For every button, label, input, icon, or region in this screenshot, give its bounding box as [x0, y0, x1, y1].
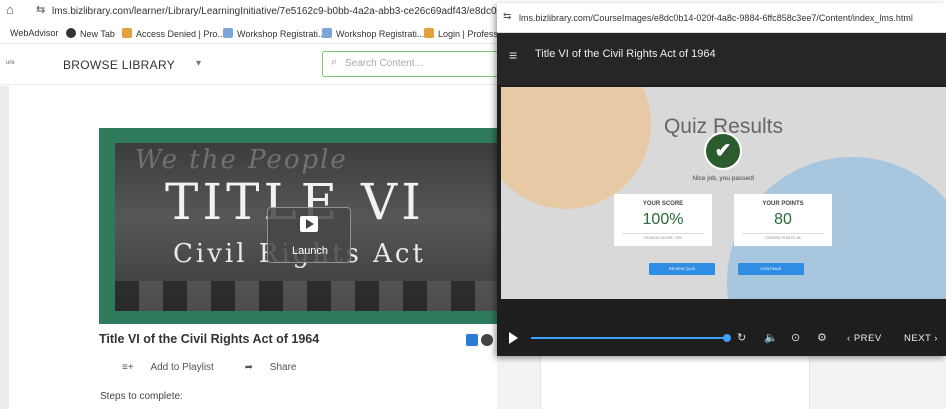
review-quiz-button[interactable]: REVIEW QUIZ [649, 263, 715, 275]
site-icon [322, 28, 332, 38]
volume-icon[interactable]: 🔈 [764, 331, 778, 344]
progress-handle[interactable] [723, 334, 731, 342]
info-icon[interactable] [481, 334, 493, 346]
replay-icon[interactable]: ↻ [737, 331, 746, 344]
player-controls: ↻ 🔈 ⊙ ⚙ ‹ PREV NEXT › [497, 299, 946, 356]
captions-icon[interactable]: ⊙ [791, 331, 800, 344]
site-icon [223, 28, 233, 38]
browse-library-dropdown[interactable]: BROWSE LIBRARY [63, 58, 175, 72]
launch-icon [300, 216, 318, 232]
points-value: 80 [774, 211, 792, 228]
logo[interactable]: ure [6, 60, 15, 66]
divider [622, 233, 704, 234]
divider [742, 233, 824, 234]
next-button[interactable]: NEXT › [904, 333, 938, 344]
course-icons [466, 333, 496, 351]
launch-label: Launch [291, 245, 329, 257]
bookmark-login[interactable]: Login | Professio [424, 28, 505, 39]
bookmark-access-denied[interactable]: Access Denied | Pro... [122, 28, 225, 39]
share-icon: ➦ [244, 362, 256, 373]
result-message: Nice job, you passed! [692, 175, 755, 182]
steps-label: Steps to complete: [100, 391, 183, 402]
site-settings-icon[interactable]: ⇆ [503, 11, 511, 22]
globe-icon [66, 28, 76, 38]
course-player-window: ⇆ lms.bizlibrary.com/CourseImages/e8dc0b… [497, 3, 946, 356]
course-actions: ≡+ Add to Playlist ➦ Share [122, 362, 324, 373]
bookmark-webadvisor[interactable]: WebAdvisor [10, 28, 58, 38]
playlist-icon: ≡+ [122, 362, 137, 373]
site-icon [122, 28, 132, 38]
external-link-icon[interactable] [466, 334, 478, 346]
home-icon[interactable]: ⌂ [6, 2, 14, 17]
prev-button[interactable]: ‹ PREV [847, 333, 882, 344]
site-icon [424, 28, 434, 38]
url-text[interactable]: lms.bizlibrary.com/learner/Library/Learn… [52, 6, 522, 17]
continue-button[interactable]: CONTINUE [738, 263, 804, 275]
search-input[interactable]: ⌕ Search Content... [322, 51, 502, 77]
points-label: YOUR POINTS [762, 201, 804, 207]
bookmark-workshop-1[interactable]: Workshop Registrati... [223, 28, 325, 39]
score-value: 100% [642, 211, 684, 228]
chevron-down-icon[interactable]: ▾ [196, 58, 201, 69]
passing-points: PASSING POINTS: 56 [765, 236, 801, 240]
settings-gear-icon[interactable]: ⚙ [817, 331, 827, 344]
add-to-playlist-button[interactable]: ≡+ Add to Playlist [122, 362, 228, 373]
player-title: Title VI of the Civil Rights Act of 1964 [535, 48, 716, 60]
checkmark-icon: ✔ [704, 132, 742, 170]
progress-bar[interactable] [531, 337, 725, 339]
passing-score: PASSING SCORE: 70% [644, 236, 682, 240]
course-title: Title VI of the Civil Rights Act of 1964 [99, 332, 320, 346]
background-panel [497, 356, 540, 409]
play-icon[interactable] [509, 332, 518, 344]
decorative-circle [501, 87, 651, 209]
player-header: ≡ Title VI of the Civil Rights Act of 19… [497, 33, 946, 85]
launch-button[interactable]: Launch [267, 207, 351, 263]
score-label: YOUR SCORE [642, 201, 684, 207]
menu-icon[interactable]: ≡ [509, 47, 517, 63]
popup-address-bar: ⇆ lms.bizlibrary.com/CourseImages/e8dc0b… [497, 3, 946, 33]
search-placeholder: Search Content... [345, 58, 423, 69]
background-panel [810, 356, 946, 409]
quiz-results-slide: Quiz Results ✔ Nice job, you passed! YOU… [501, 87, 946, 299]
search-icon: ⌕ [331, 56, 338, 68]
content-panel [540, 356, 810, 409]
popup-url-text[interactable]: lms.bizlibrary.com/CourseImages/e8dc0b14… [519, 13, 913, 23]
site-settings-icon[interactable]: ⇆ [36, 3, 45, 16]
bookmark-new-tab[interactable]: New Tab [66, 28, 115, 39]
bookmark-workshop-2[interactable]: Workshop Registrati... [322, 28, 424, 39]
thumbnail-columns [115, 281, 503, 311]
share-button[interactable]: ➦ Share [245, 362, 311, 373]
score-card: YOUR SCORE 100% PASSING SCORE: 70% [614, 194, 712, 246]
thumbnail-script-text: We the People [135, 145, 348, 175]
left-gutter [0, 86, 9, 409]
points-card: YOUR POINTS 80 PASSING POINTS: 56 [734, 194, 832, 246]
